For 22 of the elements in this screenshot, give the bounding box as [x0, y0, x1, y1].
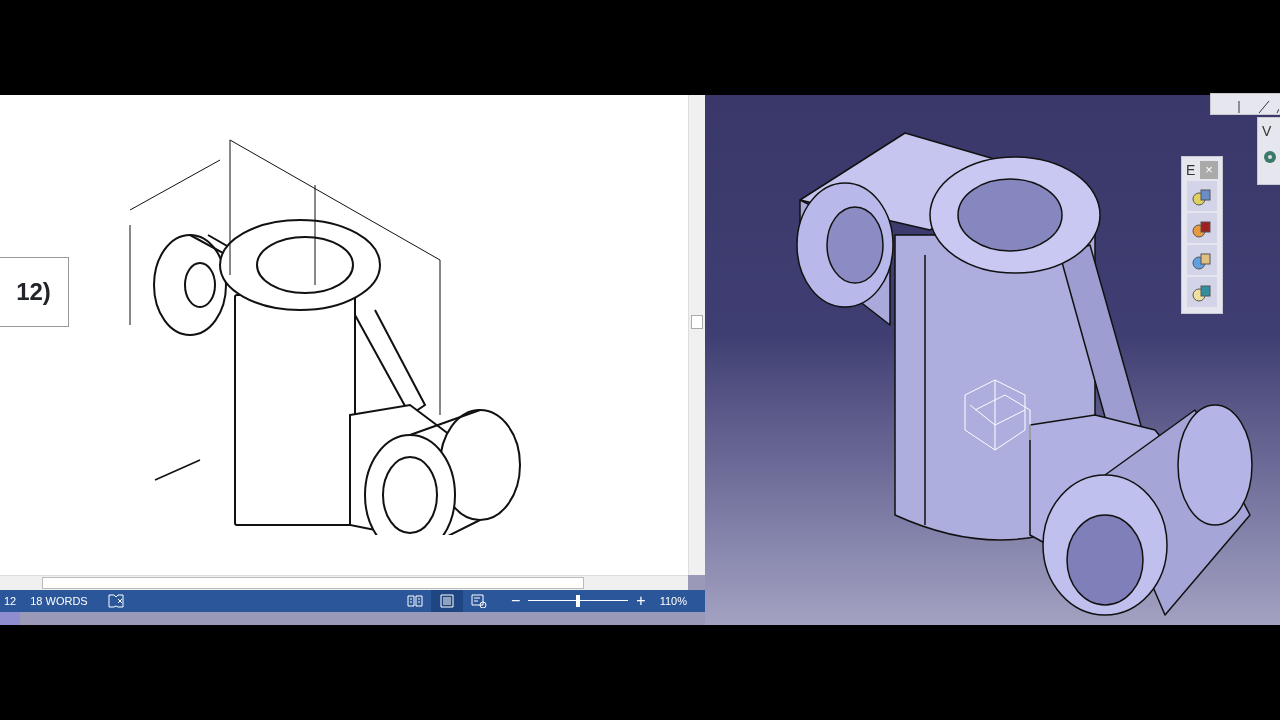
- read-mode-icon: [407, 594, 423, 608]
- zoom-out-button[interactable]: −: [511, 589, 521, 613]
- toolbar-title: E: [1186, 161, 1196, 179]
- toolbar-button[interactable]: [1187, 181, 1217, 211]
- toolbar-button[interactable]: [1187, 277, 1217, 307]
- view-button[interactable]: [431, 590, 463, 612]
- toolbar-title: V: [1262, 122, 1273, 140]
- question-label: 12): [0, 257, 69, 327]
- toolbar-button[interactable]: [1187, 213, 1217, 243]
- word-count: 18 WORDS: [30, 593, 88, 609]
- print-layout-icon: [439, 594, 455, 608]
- taskbar-fragment: [0, 612, 20, 625]
- toolbar-button[interactable]: [1187, 245, 1217, 275]
- page-number: 12: [3, 593, 17, 609]
- zoom-slider-thumb[interactable]: [576, 595, 581, 607]
- vertical-scrollbar[interactable]: [688, 95, 705, 575]
- proofing-icon[interactable]: [107, 594, 124, 608]
- zoom-in-button[interactable]: +: [636, 589, 646, 613]
- horizontal-scrollbar[interactable]: [0, 575, 688, 590]
- zoom-level: 110%: [659, 593, 687, 609]
- web-layout-icon: [471, 594, 487, 608]
- zoom-slider[interactable]: [528, 595, 629, 607]
